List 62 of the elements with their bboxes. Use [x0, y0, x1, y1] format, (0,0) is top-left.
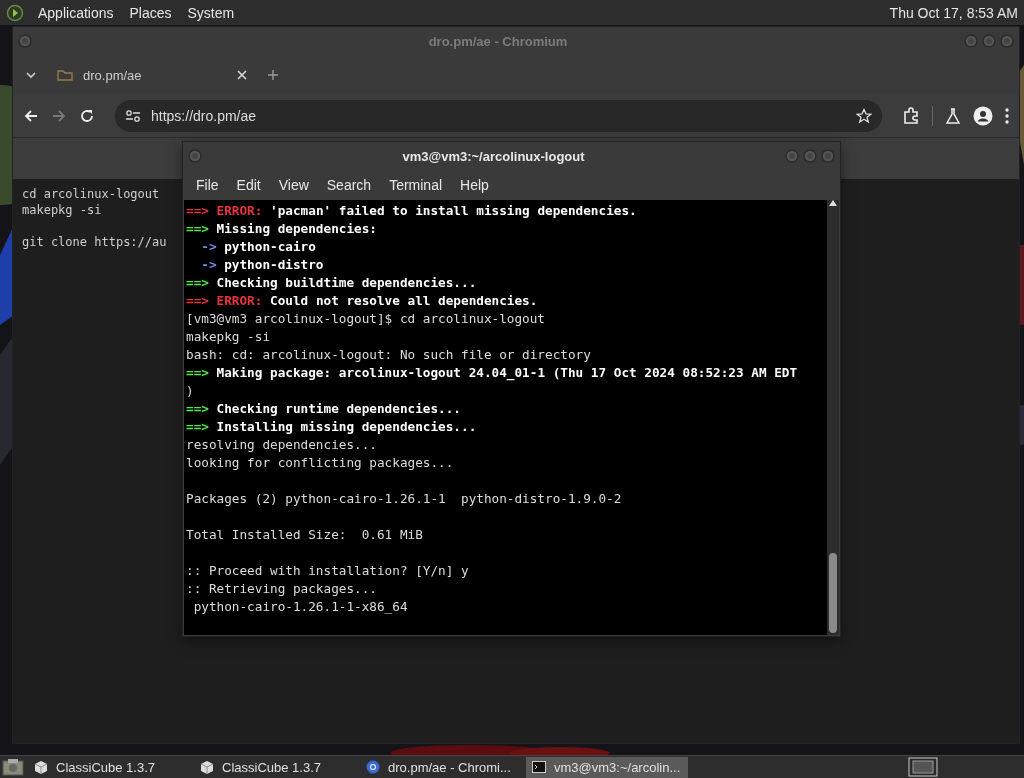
- terminal-line: Packages (2) python-cairo-1.26.1-1 python-distro-1.9.0-2: [186, 490, 623, 508]
- panel-menu[interactable]: Places: [127, 4, 174, 21]
- terminal-line: ==> Checking runtime dependencies...: [186, 400, 462, 418]
- workspace-icon[interactable]: [908, 757, 938, 777]
- close-icon[interactable]: [237, 70, 247, 80]
- terminal-line: Total Installed Size: 0.61 MiB: [186, 526, 424, 544]
- folder-icon: [57, 69, 73, 81]
- flask-icon[interactable]: [945, 108, 961, 124]
- star-icon[interactable]: [856, 108, 872, 124]
- taskbar-button[interactable]: vm3@vm3:~/arcolin...: [526, 756, 688, 778]
- terminal-line: :: Retrieving packages...: [186, 580, 378, 598]
- taskbar-button[interactable]: ClassiCube 1.3.7: [194, 756, 356, 778]
- terminal-line: -> python-cairo: [200, 238, 317, 256]
- code-line: git clone https://au: [22, 235, 167, 249]
- terminal-line: ==> Making package: arcolinux-logout 24.04_01-1 (Thu 17 Oct 2024 08:52:23 AM EDT: [186, 364, 799, 382]
- code-line: cd arcolinux-logout: [22, 187, 160, 201]
- menu-icon[interactable]: [1005, 108, 1009, 124]
- terminal-icon: [532, 760, 546, 774]
- menu-item[interactable]: Terminal: [380, 177, 452, 193]
- taskbar-button[interactable]: dro.pm/ae - Chromi...: [360, 756, 522, 778]
- forward-icon[interactable]: [51, 108, 67, 124]
- terminal-line: :: Proceed with installation? [Y/n] y: [186, 562, 470, 580]
- show-desktop-icon[interactable]: [2, 758, 24, 776]
- terminal-line: ==> Missing dependencies:: [186, 220, 378, 238]
- terminal-line: makepkg -si: [186, 328, 272, 346]
- browser-icon: [366, 760, 380, 774]
- window-title: vm3@vm3:~/arcolinux-logout: [401, 148, 586, 164]
- site-settings-icon[interactable]: [125, 109, 141, 123]
- terminal-line: -> python-distro: [200, 256, 325, 274]
- reload-icon[interactable]: [79, 108, 95, 124]
- address-bar[interactable]: https://dro.pm/ae: [115, 100, 882, 132]
- profile-icon[interactable]: [973, 106, 993, 126]
- terminal-line: ): [186, 382, 195, 400]
- scroll-up-icon[interactable]: [829, 200, 837, 206]
- window-title: dro.pm/ae - Chromium: [427, 33, 569, 49]
- terminal-line: [vm3@vm3 arcolinux-logout]$ cd arcolinux-logout: [186, 310, 546, 328]
- terminal-line: bash: cd: arcolinux-logout: No such file or directory: [186, 346, 592, 364]
- menu-item[interactable]: Help: [451, 177, 498, 193]
- terminal-line: looking for conflicting packages...: [186, 454, 455, 472]
- menu-item[interactable]: File: [187, 177, 228, 193]
- new-tab-icon[interactable]: [267, 69, 279, 81]
- taskbar-button[interactable]: ClassiCube 1.3.7: [28, 756, 190, 778]
- panel-menu[interactable]: Applications: [36, 4, 116, 21]
- clock[interactable]: Thu Oct 17, 8:53 AM: [889, 4, 1018, 21]
- menu-item[interactable]: Edit: [227, 177, 270, 193]
- panel-menu[interactable]: System: [185, 4, 237, 21]
- terminal-line: ==> Installing missing dependencies...: [186, 418, 478, 436]
- puzzle-icon[interactable]: [902, 107, 920, 125]
- code-line: makepkg -si: [22, 203, 102, 217]
- scrollbar-thumb[interactable]: [829, 553, 837, 633]
- terminal-line: ==> Checking buildtime dependencies...: [186, 274, 478, 292]
- menu-item[interactable]: Search: [317, 177, 381, 193]
- cube-icon: [200, 760, 214, 774]
- terminal-line: ==> ERROR: 'pacman' failed to install missing dependencies.: [186, 202, 638, 220]
- terminal-line: python-cairo-1.26.1-1-x86_64: [192, 598, 409, 616]
- distro-logo-icon[interactable]: [6, 3, 24, 22]
- terminal-line: resolving dependencies...: [186, 436, 378, 454]
- back-icon[interactable]: [23, 108, 39, 124]
- terminal-line: ==> ERROR: Could not resolve all dependencies.: [186, 292, 539, 310]
- cube-icon: [34, 760, 48, 774]
- chevron-down-icon[interactable]: [25, 69, 37, 81]
- menu-item[interactable]: View: [269, 177, 318, 193]
